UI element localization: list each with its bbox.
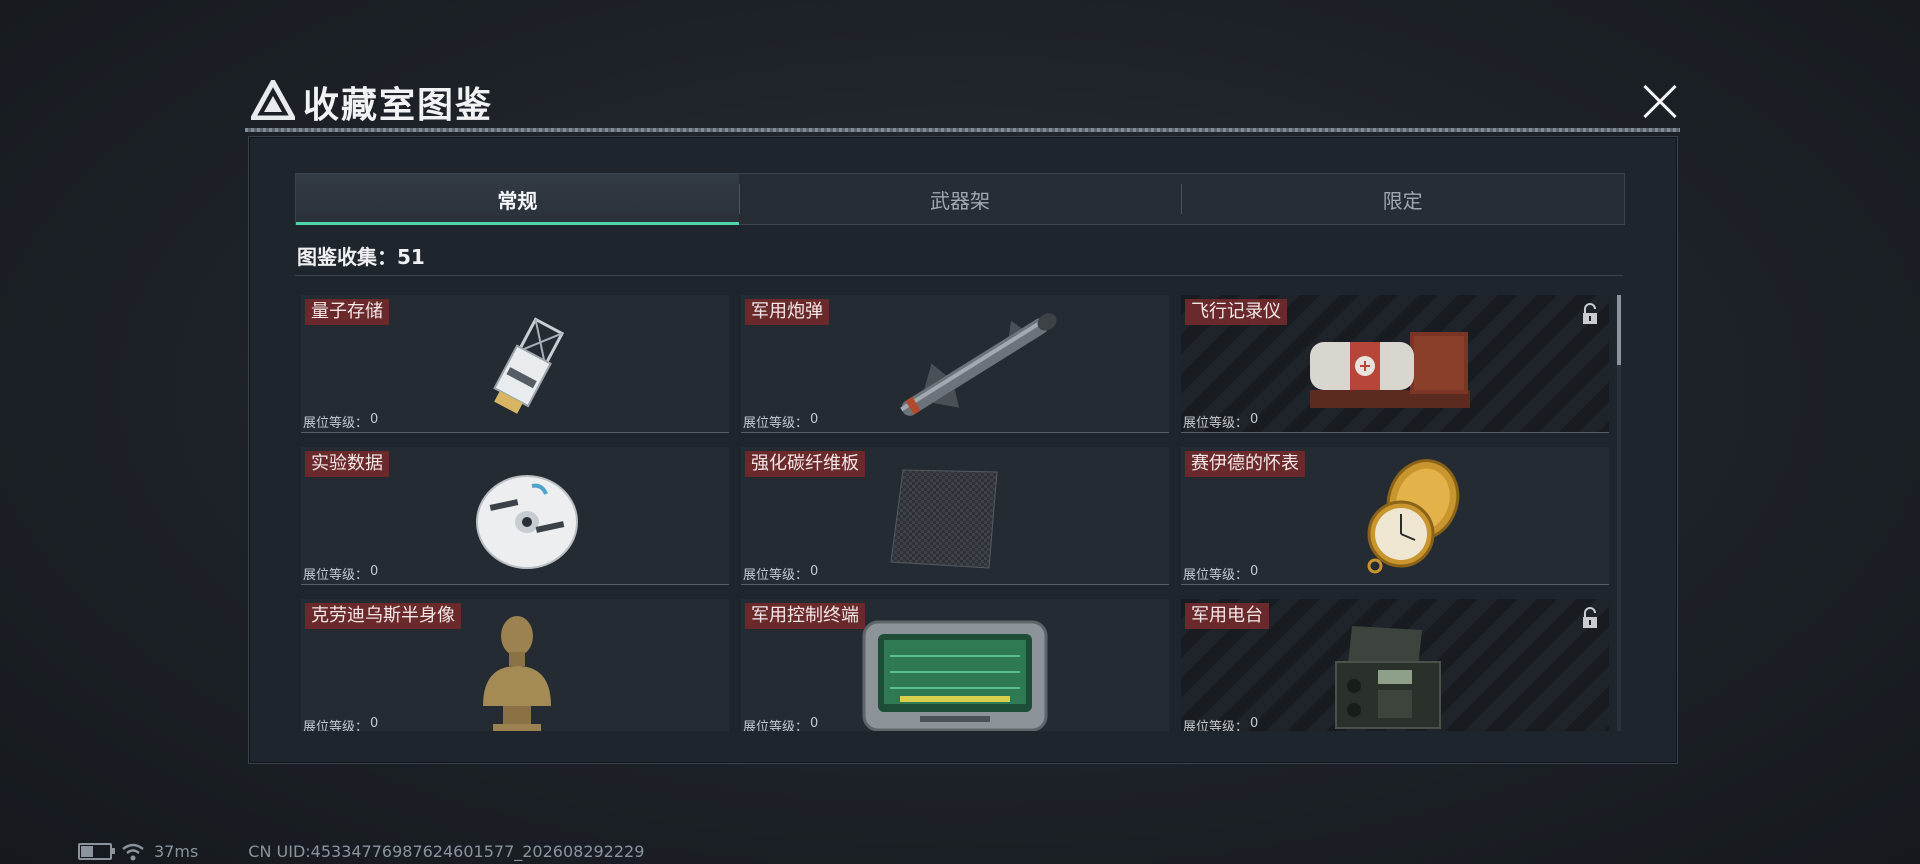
card-underline [741, 584, 1169, 585]
tab-regular[interactable]: 常规 [296, 174, 739, 225]
battery-fill [81, 846, 93, 857]
close-button[interactable] [1640, 82, 1680, 122]
item-card[interactable]: 军用控制终端 展位等级： 0 [741, 599, 1169, 731]
collection-count-value: 51 [397, 245, 425, 269]
scroll-thumb[interactable] [1617, 295, 1621, 365]
pocket-watch-icon [1367, 458, 1460, 574]
item-level: 展位等级： 0 [303, 412, 379, 431]
item-name: 量子存储 [305, 299, 389, 325]
item-card[interactable]: 军用电台 展位等级： 0 [1181, 599, 1609, 731]
card-underline [1181, 584, 1609, 585]
lock-icon [1583, 303, 1597, 324]
flight-recorder-icon [1310, 331, 1470, 408]
bust-icon [483, 615, 551, 731]
tab-limited[interactable]: 限定 [1181, 174, 1624, 224]
collection-count-label: 图鉴收集： [297, 245, 397, 269]
item-level: 展位等级： 0 [743, 412, 819, 431]
item-card[interactable]: 赛伊德的怀表 展位等级： 0 [1181, 447, 1609, 585]
scrollbar[interactable] [1617, 295, 1621, 731]
carbon-panel-icon [890, 469, 998, 569]
item-card[interactable]: 量子存储 展位等级： 0 [301, 295, 729, 433]
modal-header: 收藏室图鉴 [245, 72, 1680, 132]
card-underline [301, 584, 729, 585]
item-level: 展位等级： 0 [303, 564, 379, 583]
item-card[interactable]: 飞行记录仪 展位等级： 0 [1181, 295, 1609, 433]
header-divider [245, 128, 1680, 132]
collection-panel: 常规 武器架 限定 图鉴收集：51 量子存储 展位等级： 0 军用炮弹 展位等级… [248, 136, 1678, 764]
item-level: 展位等级： 0 [1183, 564, 1259, 583]
lock-icon [1583, 607, 1597, 628]
item-card[interactable]: 军用炮弹 展位等级： 0 [741, 295, 1169, 433]
card-underline [1181, 432, 1609, 433]
item-level: 展位等级： 0 [1183, 412, 1259, 431]
item-name: 克劳迪乌斯半身像 [305, 603, 461, 629]
item-name: 赛伊德的怀表 [1185, 451, 1305, 477]
tab-weapon-rack[interactable]: 武器架 [738, 174, 1182, 224]
radio-icon [1335, 626, 1441, 730]
missile-icon [900, 313, 1057, 416]
item-grid: 量子存储 展位等级： 0 军用炮弹 展位等级： 0 飞行记录仪 展位等级： 0 … [301, 295, 1609, 731]
item-level: 展位等级： 0 [303, 716, 379, 731]
uid-text: CN UID:4533477698762460157​7_20260829222… [248, 842, 645, 861]
page-title: 收藏室图鉴 [303, 85, 494, 126]
wifi-icon [122, 843, 144, 860]
card-underline [741, 432, 1169, 433]
collection-count: 图鉴收集：51 [297, 241, 425, 270]
item-name: 强化碳纤维板 [745, 451, 865, 477]
item-name: 飞行记录仪 [1185, 299, 1287, 325]
battery-icon [78, 843, 115, 860]
tab-bar: 常规 武器架 限定 [295, 173, 1625, 225]
item-card[interactable]: 强化碳纤维板 展位等级： 0 [741, 447, 1169, 585]
usb-drive-icon [493, 317, 565, 414]
control-terminal-icon [862, 620, 1048, 731]
item-name: 军用炮弹 [745, 299, 829, 325]
item-level: 展位等级： 0 [743, 564, 819, 583]
item-level: 展位等级： 0 [1183, 716, 1259, 731]
item-name: 军用控制终端 [745, 603, 865, 629]
card-underline [301, 432, 729, 433]
delta-logo-icon [251, 80, 295, 120]
item-level: 展位等级： 0 [743, 716, 819, 731]
ping-text: 37ms [154, 842, 199, 861]
disc-icon [476, 474, 578, 569]
item-card[interactable]: 克劳迪乌斯半身像 展位等级： 0 [301, 599, 729, 731]
item-name: 实验数据 [305, 451, 389, 477]
divider [295, 275, 1623, 276]
status-bar: 37ms CN UID:4533477698762460157​7_202608… [78, 842, 644, 861]
item-card[interactable]: 实验数据 展位等级： 0 [301, 447, 729, 585]
item-name: 军用电台 [1185, 603, 1269, 629]
